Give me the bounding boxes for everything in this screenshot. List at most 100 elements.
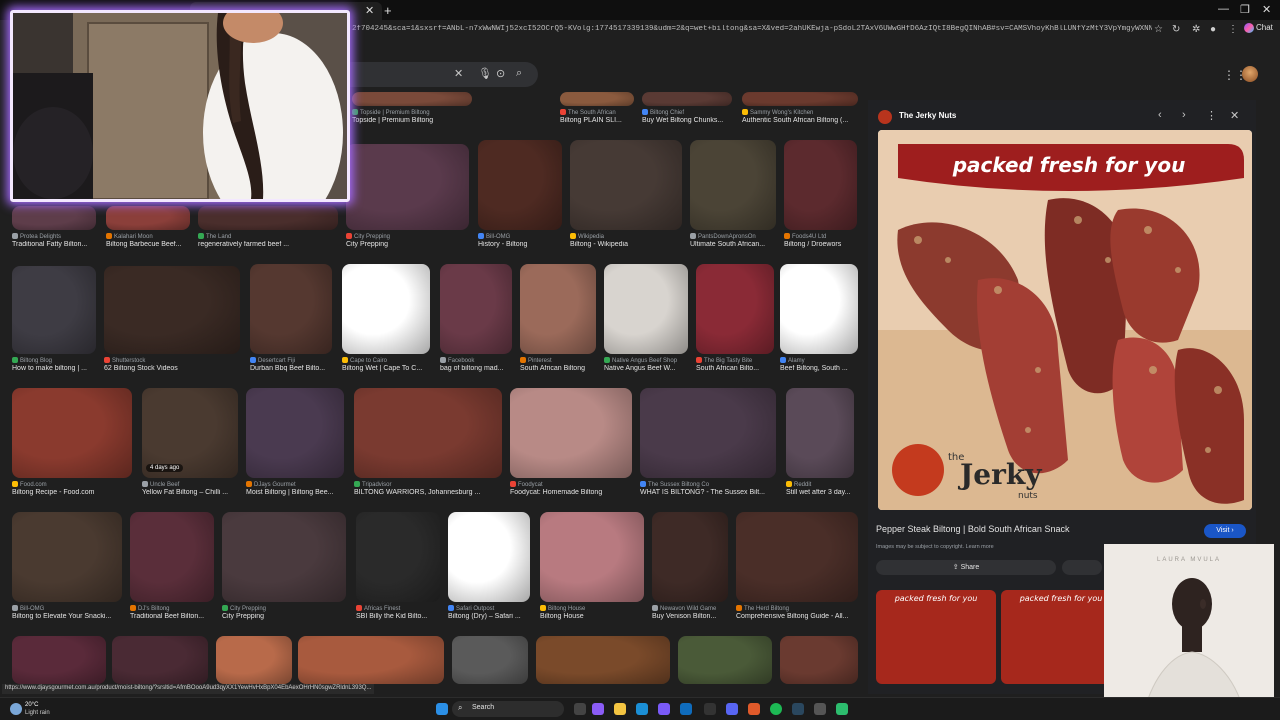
- result-title[interactable]: South African Bilto...: [696, 365, 778, 372]
- result-title[interactable]: Ultimate South African...: [690, 241, 780, 248]
- image-result[interactable]: [696, 264, 774, 354]
- image-result[interactable]: [12, 636, 106, 684]
- result-title[interactable]: City Prepping: [222, 613, 350, 620]
- more-options-icon[interactable]: ⋮: [1206, 109, 1217, 122]
- result-source[interactable]: Bill-OMG: [478, 233, 566, 240]
- result-source[interactable]: Topside | Premium Biltong: [352, 109, 476, 116]
- image-result[interactable]: [246, 388, 344, 478]
- image-result[interactable]: [510, 388, 632, 478]
- result-source[interactable]: The Land: [198, 233, 342, 240]
- voice-search-icon[interactable]: 🎙: [478, 67, 492, 80]
- result-title[interactable]: Biltong (Dry) – Safari ...: [448, 613, 534, 620]
- result-title[interactable]: Biltong PLAIN SLI...: [560, 117, 638, 124]
- result-title[interactable]: 62 Biltong Stock Videos: [104, 365, 244, 372]
- result-title[interactable]: Biltong Recipe - Food.com: [12, 489, 136, 496]
- result-source[interactable]: DJays Gourmet: [246, 481, 348, 488]
- refresh-icon[interactable]: ↻: [1172, 24, 1180, 35]
- result-title[interactable]: bag of biltong mad...: [440, 365, 516, 372]
- result-title[interactable]: regeneratively farmed beef ...: [198, 241, 342, 248]
- result-title[interactable]: Buy Wet Biltong Chunks...: [642, 117, 736, 124]
- result-source[interactable]: Reddit: [786, 481, 858, 488]
- result-title[interactable]: Comprehensive Biltong Guide - All...: [736, 613, 862, 620]
- now-playing-album-cover[interactable]: LAURA MVULA SING TO THE MOON: [1104, 544, 1274, 712]
- result-source[interactable]: The Big Tasty Bite: [696, 357, 778, 364]
- result-source[interactable]: Biltong Blog: [12, 357, 100, 364]
- result-title[interactable]: South African Biltong: [520, 365, 600, 372]
- image-result[interactable]: [222, 512, 346, 602]
- image-result[interactable]: [112, 636, 208, 684]
- result-title[interactable]: Traditional Beef Bilton...: [130, 613, 218, 620]
- extensions-icon[interactable]: ✲: [1192, 24, 1200, 35]
- image-result[interactable]: [104, 266, 240, 354]
- result-title[interactable]: Topside | Premium Biltong: [352, 117, 476, 124]
- image-result[interactable]: [106, 206, 190, 230]
- steam-icon[interactable]: [792, 703, 804, 715]
- url-text[interactable]: 2f704245&sca=1&sxsrf=ANbL-n7xWwNWIj52xcI…: [352, 25, 1152, 38]
- window-close-icon[interactable]: ✕: [1262, 3, 1271, 16]
- result-title[interactable]: Biltong to Elevate Your Snacki...: [12, 613, 126, 620]
- result-source[interactable]: The South African: [560, 109, 638, 116]
- result-title[interactable]: Authentic South African Biltong (...: [742, 117, 862, 124]
- image-result[interactable]: [640, 388, 776, 478]
- share-button[interactable]: ⇪ Share: [876, 560, 1056, 575]
- result-title[interactable]: Foodycat: Homemade Biltong: [510, 489, 636, 496]
- result-source[interactable]: Biltong House: [540, 605, 648, 612]
- image-result[interactable]: [642, 92, 732, 106]
- menu-icon[interactable]: ⋮: [1228, 24, 1238, 35]
- image-result[interactable]: [560, 92, 634, 106]
- bookmark-star-icon[interactable]: ☆: [1154, 24, 1163, 35]
- result-source[interactable]: Alamy: [780, 357, 862, 364]
- result-source[interactable]: Desertcart Fiji: [250, 357, 336, 364]
- image-result[interactable]: [342, 264, 430, 354]
- result-title[interactable]: Durban Bbq Beef Bilto...: [250, 365, 336, 372]
- result-source[interactable]: Facebook: [440, 357, 516, 364]
- lens-icon[interactable]: ⊙: [496, 67, 505, 80]
- copilot-app-icon[interactable]: [592, 703, 604, 715]
- related-image[interactable]: packed fresh for you: [1001, 590, 1121, 684]
- app-icon[interactable]: [658, 703, 670, 715]
- image-result[interactable]: [452, 636, 528, 684]
- image-result[interactable]: [784, 140, 857, 230]
- image-result[interactable]: [12, 512, 122, 602]
- image-result[interactable]: [298, 636, 444, 684]
- taskbar-search[interactable]: ⌕ Search: [452, 701, 564, 717]
- edge-icon[interactable]: [636, 703, 648, 715]
- search-icon[interactable]: ⌕: [516, 67, 522, 80]
- result-source[interactable]: City Prepping: [346, 233, 473, 240]
- result-title[interactable]: Biltong House: [540, 613, 648, 620]
- image-result[interactable]: [250, 264, 332, 354]
- image-result[interactable]: [12, 388, 132, 478]
- result-source[interactable]: Africas Finest: [356, 605, 444, 612]
- save-button[interactable]: [1062, 560, 1102, 575]
- image-result[interactable]: [198, 206, 338, 230]
- image-result[interactable]: [786, 388, 854, 478]
- minimize-icon[interactable]: —: [1218, 3, 1229, 15]
- result-source[interactable]: PantsDownApronsOn: [690, 233, 780, 240]
- result-title[interactable]: BILTONG WARRIORS, Johannesburg ...: [354, 489, 506, 496]
- result-source[interactable]: Wikipedia: [570, 233, 686, 240]
- task-view-icon[interactable]: [574, 703, 586, 715]
- image-result[interactable]: [354, 388, 502, 478]
- result-source[interactable]: Tripadvisor: [354, 481, 506, 488]
- panel-source-name[interactable]: The Jerky Nuts: [899, 111, 956, 120]
- result-source[interactable]: DJ's Biltong: [130, 605, 218, 612]
- result-title[interactable]: Yellow Fat Biltong – Chilli ...: [142, 489, 242, 496]
- image-result[interactable]: [652, 512, 728, 602]
- settings-icon[interactable]: [814, 703, 826, 715]
- result-source[interactable]: Protea Delights: [12, 233, 100, 240]
- result-title[interactable]: Biltong - Wikipedia: [570, 241, 686, 248]
- result-source[interactable]: Uncle Beef: [142, 481, 242, 488]
- windows-start-icon[interactable]: [436, 703, 448, 715]
- result-title[interactable]: Traditional Fatty Bilton...: [12, 241, 100, 248]
- image-result[interactable]: [736, 512, 858, 602]
- result-source[interactable]: City Prepping: [222, 605, 350, 612]
- result-source[interactable]: Foodycat: [510, 481, 636, 488]
- result-title[interactable]: Biltong Wet | Cape To C...: [342, 365, 434, 372]
- result-source[interactable]: Foods4U Ltd: [784, 233, 861, 240]
- image-result[interactable]: [742, 92, 858, 106]
- new-tab-icon[interactable]: +: [384, 3, 392, 18]
- result-title[interactable]: Beef Biltong, South ...: [780, 365, 862, 372]
- result-source[interactable]: The Herd Biltong: [736, 605, 862, 612]
- tab-close-icon[interactable]: ✕: [365, 4, 374, 17]
- result-source[interactable]: The Sussex Biltong Co: [640, 481, 780, 488]
